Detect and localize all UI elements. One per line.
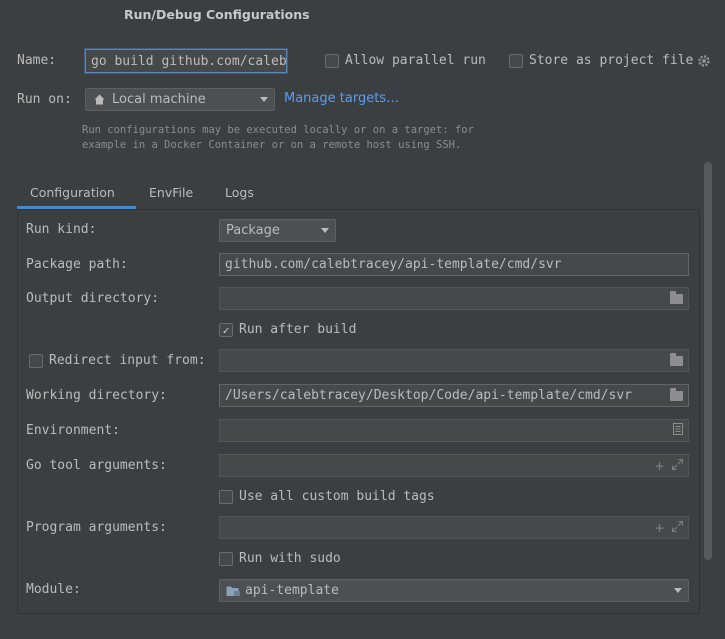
program-arguments-label: Program arguments:	[26, 520, 167, 535]
chevron-down-icon	[321, 228, 329, 233]
run-after-build-checkbox[interactable]: ✓	[219, 323, 233, 337]
store-project-checkbox[interactable]	[509, 54, 523, 68]
name-input[interactable]: go build github.com/calebtracey/api-temp…	[85, 49, 287, 73]
chevron-down-icon	[260, 97, 268, 102]
run-on-hint-line1: Run configurations may be executed local…	[82, 124, 474, 136]
run-kind-select[interactable]: Package	[219, 219, 336, 242]
tab-logs[interactable]: Logs	[225, 185, 254, 200]
output-directory-label: Output directory:	[26, 291, 160, 306]
module-select[interactable]: api-template	[219, 579, 689, 602]
name-label: Name:	[17, 53, 57, 68]
window-title: Run/Debug Configurations	[124, 7, 310, 22]
manage-targets-link[interactable]: Manage targets…	[284, 91, 399, 106]
redirect-input-label: Redirect input from:	[49, 353, 206, 368]
custom-build-tags-checkbox[interactable]	[219, 490, 233, 504]
run-kind-label: Run kind:	[26, 222, 97, 237]
allow-parallel-label: Allow parallel run	[345, 53, 486, 68]
plus-icon[interactable]: +	[655, 457, 664, 475]
allow-parallel-checkbox[interactable]	[325, 54, 339, 68]
working-directory-value: /Users/calebtracey/Desktop/Code/api-temp…	[225, 388, 632, 403]
run-on-hint-line2: example in a Docker Container or on a re…	[82, 139, 462, 151]
expand-icon[interactable]	[671, 458, 684, 473]
custom-build-tags-label: Use all custom build tags	[239, 489, 435, 504]
module-value: api-template	[245, 583, 339, 598]
redirect-input-field[interactable]	[219, 349, 689, 372]
folder-icon[interactable]	[670, 290, 683, 304]
expand-icon[interactable]	[671, 520, 684, 535]
program-arguments-input[interactable]: +	[219, 516, 689, 539]
go-tool-arguments-input[interactable]: +	[219, 454, 689, 477]
run-on-label: Run on:	[17, 92, 72, 107]
name-input-value: go build github.com/calebtracey/api-temp…	[91, 53, 287, 69]
package-path-value: github.com/calebtracey/api-template/cmd/…	[225, 257, 562, 272]
redirect-input-checkbox[interactable]	[29, 354, 43, 368]
module-folder-icon	[226, 585, 241, 597]
run-kind-value: Package	[226, 223, 280, 238]
working-directory-label: Working directory:	[26, 388, 167, 403]
package-path-input[interactable]: github.com/calebtracey/api-template/cmd/…	[219, 253, 689, 276]
output-directory-input[interactable]	[219, 287, 689, 310]
home-icon	[92, 94, 106, 105]
tab-configuration[interactable]: Configuration	[30, 185, 115, 200]
go-tool-arguments-label: Go tool arguments:	[26, 458, 167, 473]
run-with-sudo-label: Run with sudo	[239, 551, 341, 566]
run-after-build-label: Run after build	[239, 322, 357, 337]
folder-icon[interactable]	[670, 352, 683, 366]
run-on-select[interactable]: Local machine	[85, 88, 275, 111]
package-path-label: Package path:	[26, 257, 128, 272]
run-with-sudo-checkbox[interactable]	[219, 552, 233, 566]
module-label: Module:	[26, 582, 81, 597]
tab-envfile[interactable]: EnvFile	[149, 185, 193, 200]
vertical-scrollbar[interactable]	[704, 162, 712, 560]
document-icon[interactable]	[673, 423, 683, 438]
environment-input[interactable]	[219, 419, 689, 442]
run-on-value: Local machine	[112, 92, 206, 107]
gear-icon[interactable]	[697, 54, 711, 68]
store-project-label: Store as project file	[529, 53, 694, 68]
environment-label: Environment:	[26, 423, 120, 438]
chevron-down-icon	[674, 588, 682, 593]
working-directory-input[interactable]: /Users/calebtracey/Desktop/Code/api-temp…	[219, 384, 689, 407]
folder-icon[interactable]	[670, 387, 683, 401]
plus-icon[interactable]: +	[655, 519, 664, 537]
